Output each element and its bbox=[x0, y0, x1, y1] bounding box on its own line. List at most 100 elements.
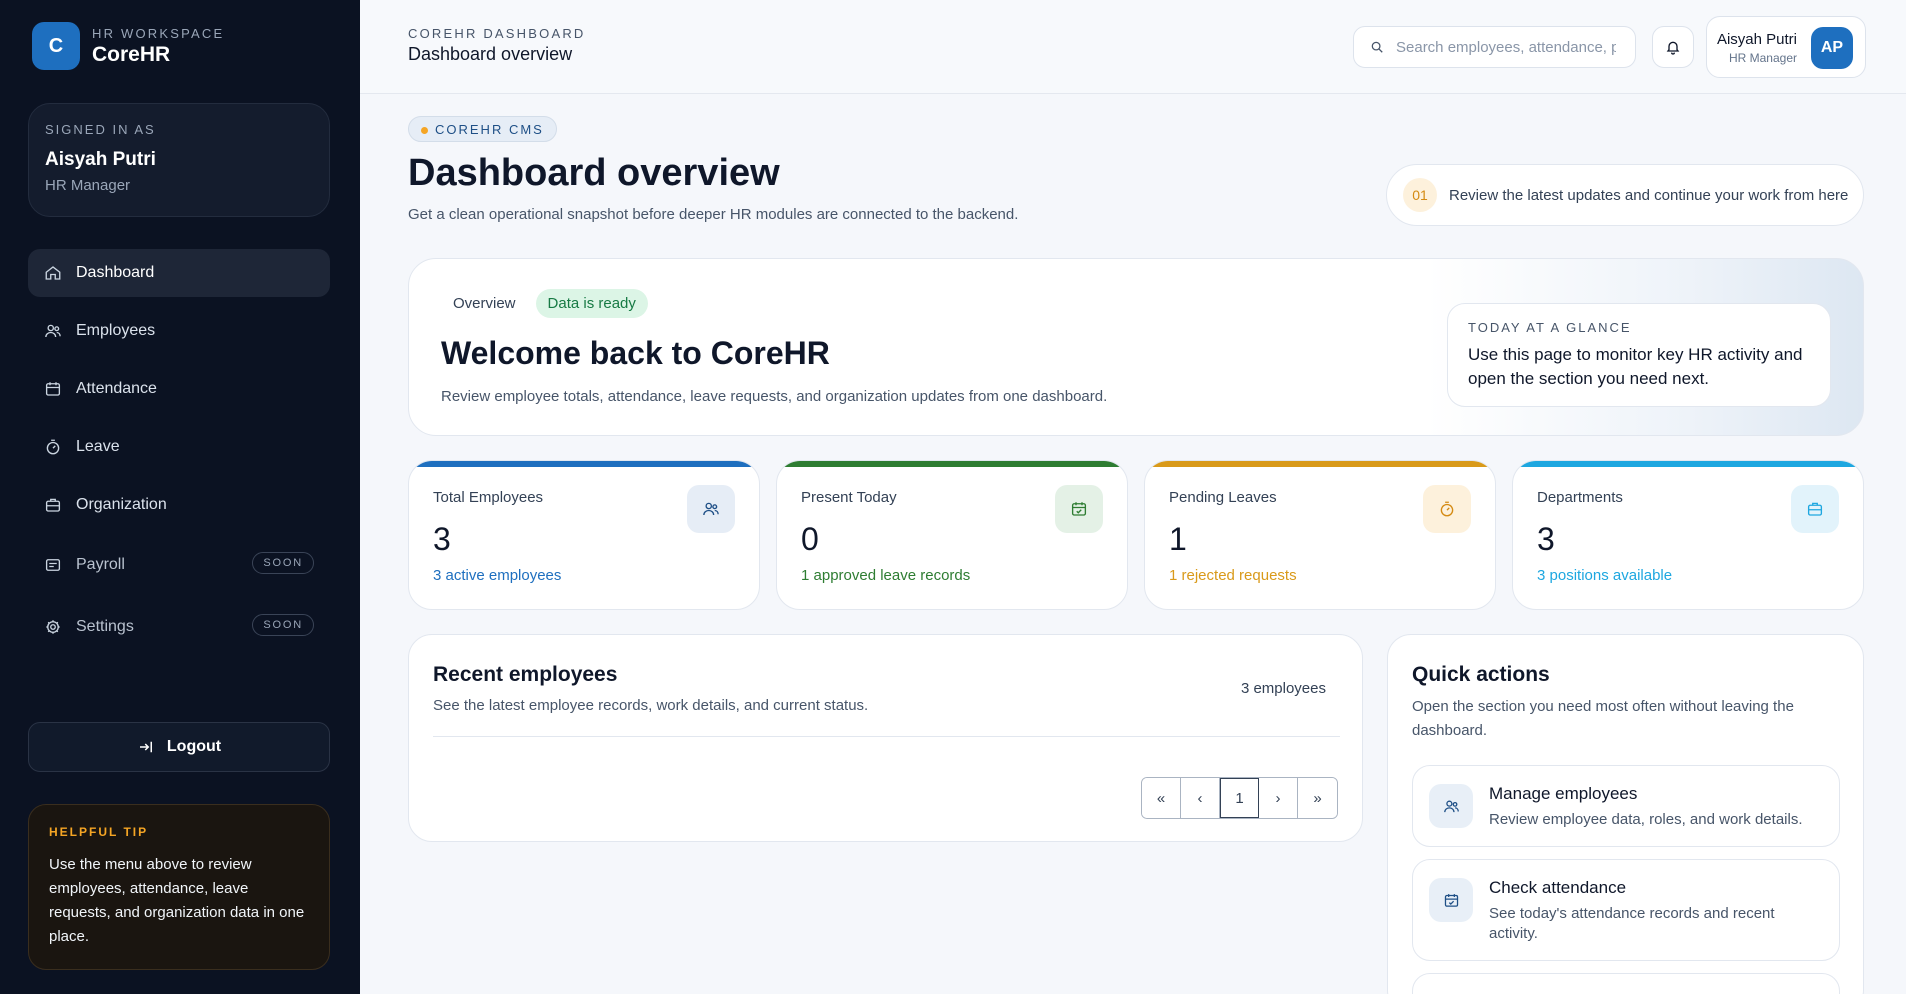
tip-text: Use the menu above to review employees, … bbox=[49, 856, 305, 945]
status-badge: Data is ready bbox=[535, 289, 648, 318]
quick-action-more[interactable] bbox=[1412, 973, 1840, 994]
notifications-button[interactable] bbox=[1652, 26, 1694, 68]
stat-card-total-employees[interactable]: Total Employees 3 3 active employees bbox=[408, 460, 760, 610]
stat-accent-bar bbox=[1145, 461, 1495, 467]
briefcase-icon bbox=[1791, 485, 1839, 533]
stat-label: Departments bbox=[1537, 489, 1623, 506]
logout-button[interactable]: Logout bbox=[28, 722, 330, 772]
signed-in-card: SIGNED IN AS Aisyah Putri HR Manager bbox=[28, 103, 330, 217]
sidebar-item-label: Leave bbox=[76, 438, 120, 455]
glance-label: TODAY AT A GLANCE bbox=[1468, 320, 1632, 335]
welcome-tabs: Overview Data is ready bbox=[445, 289, 648, 318]
welcome-title: Welcome back to CoreHR bbox=[441, 335, 830, 371]
signed-in-label: SIGNED IN AS bbox=[45, 122, 156, 137]
stat-accent-bar bbox=[777, 461, 1127, 467]
welcome-subtitle: Review employee totals, attendance, leav… bbox=[441, 388, 1108, 405]
gear-icon bbox=[46, 620, 60, 634]
first-page-button[interactable]: « bbox=[1142, 778, 1181, 818]
quick-action-name: Manage employees bbox=[1489, 784, 1638, 803]
sidebar-item-label: Payroll bbox=[76, 556, 125, 573]
sidebar: C HR WORKSPACE CoreHR SIGNED IN AS Aisya… bbox=[0, 0, 360, 994]
brand-title: CoreHR bbox=[92, 42, 171, 66]
stat-note: 1 rejected requests bbox=[1169, 567, 1297, 584]
user-role: HR Manager bbox=[1728, 51, 1797, 65]
recent-title: Recent employees bbox=[433, 663, 618, 686]
timer-icon bbox=[46, 439, 60, 455]
soon-badge: SOON bbox=[252, 614, 314, 636]
users-icon bbox=[1429, 784, 1473, 828]
search-input[interactable] bbox=[1396, 38, 1616, 56]
stat-value: 1 bbox=[1169, 521, 1187, 557]
quick-action-check-attendance[interactable]: Check attendance See today's attendance … bbox=[1412, 859, 1840, 961]
quick-action-name: Check attendance bbox=[1489, 878, 1627, 897]
page-title: Dashboard overview bbox=[408, 152, 780, 194]
sidebar-item-label: Employees bbox=[76, 322, 156, 339]
sidebar-item-attendance[interactable]: Attendance bbox=[28, 365, 330, 413]
soon-badge: SOON bbox=[252, 552, 314, 574]
calendar-icon bbox=[1429, 878, 1473, 922]
sidebar-nav: Dashboard Employees Attendance Leave Org… bbox=[28, 249, 330, 663]
sidebar-item-employees[interactable]: Employees bbox=[28, 307, 330, 355]
welcome-card: Overview Data is ready Welcome back to C… bbox=[408, 258, 1864, 436]
employee-count: 3 employees bbox=[1240, 680, 1326, 697]
signed-in-name: Aisyah Putri bbox=[45, 149, 156, 170]
home-icon bbox=[45, 266, 61, 280]
stat-card-departments[interactable]: Departments 3 3 positions available bbox=[1512, 460, 1864, 610]
recent-subtitle: See the latest employee records, work de… bbox=[433, 697, 869, 714]
header-title: Dashboard overview bbox=[408, 44, 573, 64]
stat-value: 3 bbox=[433, 521, 451, 557]
sidebar-item-dashboard[interactable]: Dashboard bbox=[28, 249, 330, 297]
page-subtitle: Get a clean operational snapshot before … bbox=[408, 206, 1019, 223]
step-text: Review the latest updates and continue y… bbox=[1449, 186, 1849, 204]
glance-text: Use this page to monitor key HR activity… bbox=[1468, 345, 1803, 388]
quick-actions-title: Quick actions bbox=[1412, 663, 1550, 686]
search-icon bbox=[1371, 41, 1383, 53]
stat-note: 1 approved leave records bbox=[801, 567, 971, 584]
sidebar-item-label: Organization bbox=[76, 496, 167, 513]
sidebar-item-label: Attendance bbox=[76, 380, 157, 397]
briefcase-icon bbox=[45, 498, 61, 512]
sidebar-item-settings[interactable]: Settings SOON bbox=[28, 601, 330, 653]
stat-note: 3 positions available bbox=[1537, 567, 1673, 584]
last-page-button[interactable]: » bbox=[1298, 778, 1337, 818]
cms-pill: COREHR CMS bbox=[408, 116, 557, 142]
timer-icon bbox=[1423, 485, 1471, 533]
next-page-button[interactable]: › bbox=[1259, 778, 1298, 818]
page-1-button[interactable]: 1 bbox=[1220, 778, 1259, 818]
search-box[interactable] bbox=[1353, 26, 1636, 68]
sidebar-item-leave[interactable]: Leave bbox=[28, 423, 330, 471]
stat-label: Present Today bbox=[801, 489, 897, 506]
step-number: 01 bbox=[1403, 178, 1437, 212]
calendar-icon bbox=[1055, 485, 1103, 533]
avatar: AP bbox=[1811, 27, 1853, 69]
stat-label: Total Employees bbox=[433, 489, 544, 506]
sidebar-item-organization[interactable]: Organization bbox=[28, 481, 330, 529]
sidebar-item-payroll[interactable]: Payroll SOON bbox=[28, 539, 330, 591]
top-header: COREHR DASHBOARD Dashboard overview Aisy… bbox=[360, 0, 1906, 94]
prev-page-button[interactable]: ‹ bbox=[1181, 778, 1220, 818]
users-icon bbox=[687, 485, 735, 533]
quick-actions-subtitle: Open the section you need most often wit… bbox=[1412, 698, 1794, 739]
brand[interactable]: C HR WORKSPACE CoreHR bbox=[32, 22, 224, 70]
tab-overview[interactable]: Overview bbox=[445, 289, 524, 318]
bell-icon bbox=[1666, 41, 1680, 55]
tip-label: HELPFUL TIP bbox=[49, 825, 149, 839]
calendar-icon bbox=[45, 382, 61, 396]
quick-action-desc: Review employee data, roles, and work de… bbox=[1489, 811, 1803, 828]
stat-note: 3 active employees bbox=[433, 567, 562, 584]
stat-card-present-today[interactable]: Present Today 0 1 approved leave records bbox=[776, 460, 1128, 610]
user-menu[interactable]: Aisyah Putri HR Manager AP bbox=[1706, 16, 1866, 78]
brand-logo: C bbox=[32, 22, 80, 70]
pagination: « ‹ 1 › » bbox=[1141, 777, 1338, 819]
wallet-icon bbox=[45, 559, 61, 571]
quick-action-manage-employees[interactable]: Manage employees Review employee data, r… bbox=[1412, 765, 1840, 847]
header-subtitle: COREHR DASHBOARD bbox=[408, 26, 586, 41]
sidebar-item-label: Settings bbox=[76, 618, 134, 635]
logout-label: Logout bbox=[166, 738, 222, 755]
today-at-a-glance: TODAY AT A GLANCE Use this page to monit… bbox=[1447, 303, 1831, 407]
recent-employees-card: Recent employees See the latest employee… bbox=[408, 634, 1363, 842]
user-name: Aisyah Putri bbox=[1716, 31, 1797, 48]
signed-in-role: HR Manager bbox=[45, 177, 131, 194]
step-hint: 01 Review the latest updates and continu… bbox=[1386, 164, 1864, 226]
stat-card-pending-leaves[interactable]: Pending Leaves 1 1 rejected requests bbox=[1144, 460, 1496, 610]
